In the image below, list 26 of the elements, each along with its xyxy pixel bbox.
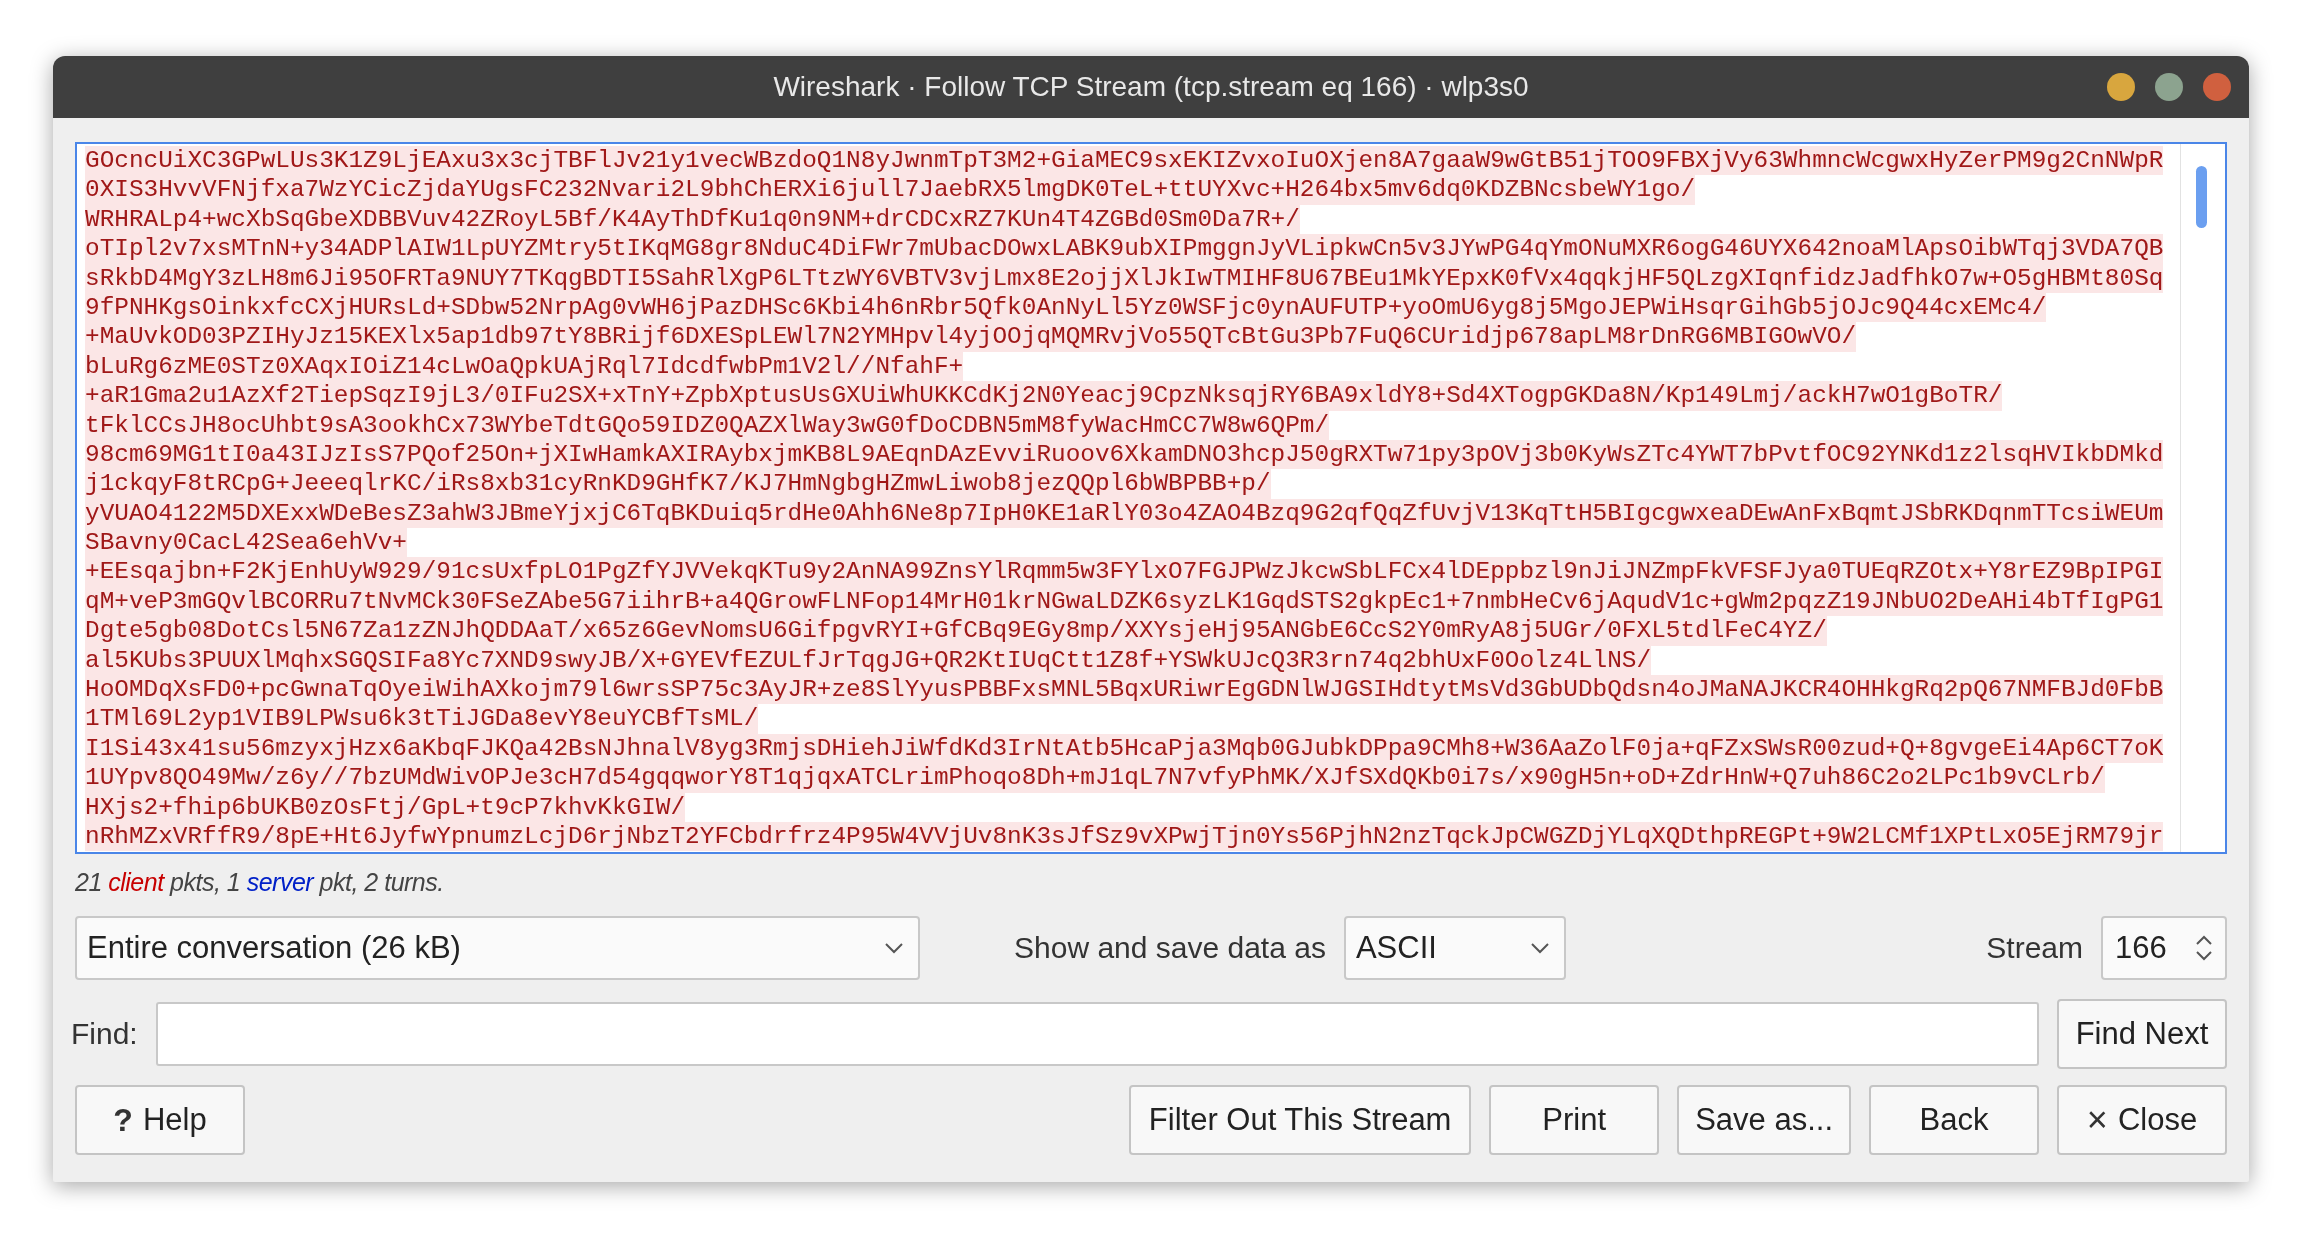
dialog-button[interactable]: Back: [1869, 1085, 2039, 1155]
stream-spinbox[interactable]: 166: [2101, 916, 2227, 980]
find-input-field[interactable]: [155, 1002, 2039, 1066]
stream-summary: 21 client pkts, 1 server pkt, 2 turns.: [75, 868, 445, 897]
up-down-arrows-icon: [2195, 933, 2213, 963]
find-label: Find:: [71, 1017, 138, 1051]
find-next-button[interactable]: Find Next: [2057, 999, 2227, 1069]
dialog-button[interactable]: × Close: [2057, 1085, 2227, 1155]
format-label: Show and save data as: [1014, 931, 1326, 965]
close-icon: ×: [2086, 1099, 2108, 1141]
help-icon: ?: [113, 1101, 133, 1139]
chevron-down-icon: [1529, 942, 1550, 954]
dialog-button[interactable]: Filter Out This Stream: [1129, 1085, 1472, 1155]
format-dropdown[interactable]: ASCII: [1343, 916, 1566, 980]
maximize-button[interactable]: [2155, 73, 2183, 101]
minimize-button[interactable]: [2107, 73, 2135, 101]
stream-text-area[interactable]: [75, 142, 2227, 854]
scrollbar-thumb[interactable]: [2196, 166, 2207, 228]
window-title: Wireshark · Follow TCP Stream (tcp.stream eq 166) · wlp3s0: [773, 71, 1529, 103]
close-window-button[interactable]: [2203, 73, 2231, 101]
dialog-button[interactable]: Save as...: [1677, 1085, 1851, 1155]
help-button[interactable]: ? Help: [75, 1085, 245, 1155]
stream-label: Stream: [1986, 931, 2083, 965]
dialog-button[interactable]: Print: [1489, 1085, 1660, 1155]
conversation-dropdown[interactable]: Entire conversation (26 kB): [75, 916, 920, 980]
chevron-down-icon: [884, 942, 904, 954]
